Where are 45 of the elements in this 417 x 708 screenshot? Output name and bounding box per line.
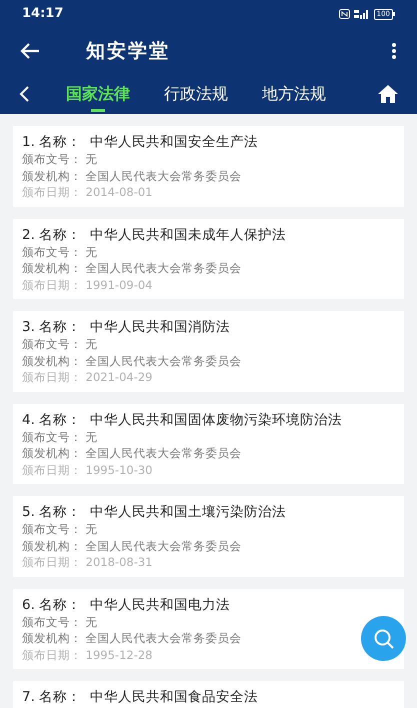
more-menu-icon[interactable] bbox=[391, 42, 397, 60]
law-detail: 颁布日期： 1995-10-30 bbox=[22, 462, 152, 478]
law-detail: 颁布日期： 1991-09-04 bbox=[22, 276, 152, 293]
law-detail: 颁发机构： 全国人民代表大会常务委员会 bbox=[22, 630, 242, 646]
law-detail: 颁布日期： 1995-12-28 bbox=[22, 646, 152, 663]
law-detail: 颁发机构： 全国人民代表大会常务委员会 bbox=[22, 538, 242, 554]
law-card[interactable]: 2. 名称： 中华人民共和国未成年人保护法 颁布文号： 无 颁发机构： 全国人民代表大会常务委员会 颁布日期： 1991-09-04 bbox=[13, 218, 404, 299]
signal-icon bbox=[354, 9, 370, 19]
law-detail: 颁布文号： 无 bbox=[22, 151, 98, 168]
search-icon bbox=[372, 628, 394, 650]
law-detail: 颁发机构： 全国人民代表大会常务委员会 bbox=[22, 352, 242, 369]
law-card[interactable]: 3. 名称： 中华人民共和国消防法 颁布文号： 无 颁发机构： 全国人民代表大会常务委员会 颁布日期： 2021-04-29 bbox=[13, 311, 404, 392]
law-title: 4. 名称： 中华人民共和国固体废物污染环境防治法 bbox=[22, 412, 343, 428]
law-card[interactable]: 4. 名称： 中华人民共和国固体废物污染环境防治法 颁布文号： 无 颁发机构： 全国人民代表大会常务委员会 颁布日期： 1995-10-30 bbox=[13, 404, 404, 484]
law-card[interactable]: 7. 名称： 中华人民共和国食品安全法 bbox=[13, 681, 404, 708]
law-title: 2. 名称： 中华人民共和国未成年人保护法 bbox=[22, 226, 287, 244]
law-title: 6. 名称： 中华人民共和国电力法 bbox=[22, 596, 231, 614]
tab[interactable]: 国家法律 bbox=[66, 74, 130, 114]
back-arrow-icon[interactable] bbox=[20, 42, 40, 60]
tab[interactable]: 行政法规 bbox=[164, 74, 228, 114]
law-title: 7. 名称： 中华人民共和国食品安全法 bbox=[22, 689, 259, 706]
law-detail: 颁发机构： 全国人民代表大会常务委员会 bbox=[22, 445, 242, 462]
law-card[interactable]: 6. 名称： 中华人民共和国电力法 颁布文号： 无 颁发机构： 全国人民代表大会常务委员会 颁布日期： 1995-12-28 bbox=[13, 588, 404, 669]
nfc-icon bbox=[338, 9, 350, 19]
law-detail: 颁布文号： 无 bbox=[22, 521, 98, 538]
law-title: 5. 名称： 中华人民共和国土壤污染防治法 bbox=[22, 504, 287, 521]
home-icon[interactable] bbox=[377, 84, 399, 104]
law-card[interactable]: 1. 名称： 中华人民共和国安全生产法 颁布文号： 无 颁发机构： 全国人民代表大会常务委员会 颁布日期： 2014-08-01 bbox=[13, 126, 404, 206]
law-detail: 颁布日期： 2021-04-29 bbox=[22, 369, 152, 386]
law-detail: 颁发机构： 全国人民代表大会常务委员会 bbox=[22, 260, 242, 276]
law-detail: 颁布日期： 2018-08-31 bbox=[22, 554, 152, 570]
law-detail: 颁布文号： 无 bbox=[22, 244, 98, 260]
law-detail: 颁布文号： 无 bbox=[22, 614, 98, 630]
tab[interactable]: 地方法规 bbox=[262, 74, 326, 114]
law-detail: 颁发机构： 全国人民代表大会常务委员会 bbox=[22, 168, 242, 184]
law-detail: 颁布文号： 无 bbox=[22, 336, 98, 352]
law-detail: 颁布文号： 无 bbox=[22, 428, 98, 445]
law-card[interactable]: 5. 名称： 中华人民共和国土壤污染防治法 颁布文号： 无 颁发机构： 全国人民代表大会常务委员会 颁布日期： 2018-08-31 bbox=[13, 496, 404, 576]
tab-indicator bbox=[91, 109, 105, 112]
law-detail: 颁布日期： 2014-08-01 bbox=[22, 184, 152, 200]
law-title: 1. 名称： 中华人民共和国安全生产法 bbox=[22, 134, 259, 151]
chevron-left-icon[interactable] bbox=[18, 85, 30, 103]
law-title: 3. 名称： 中华人民共和国消防法 bbox=[22, 319, 231, 336]
status-time: 14:17 bbox=[22, 5, 64, 24]
app-title: 知安学堂 bbox=[86, 38, 170, 64]
